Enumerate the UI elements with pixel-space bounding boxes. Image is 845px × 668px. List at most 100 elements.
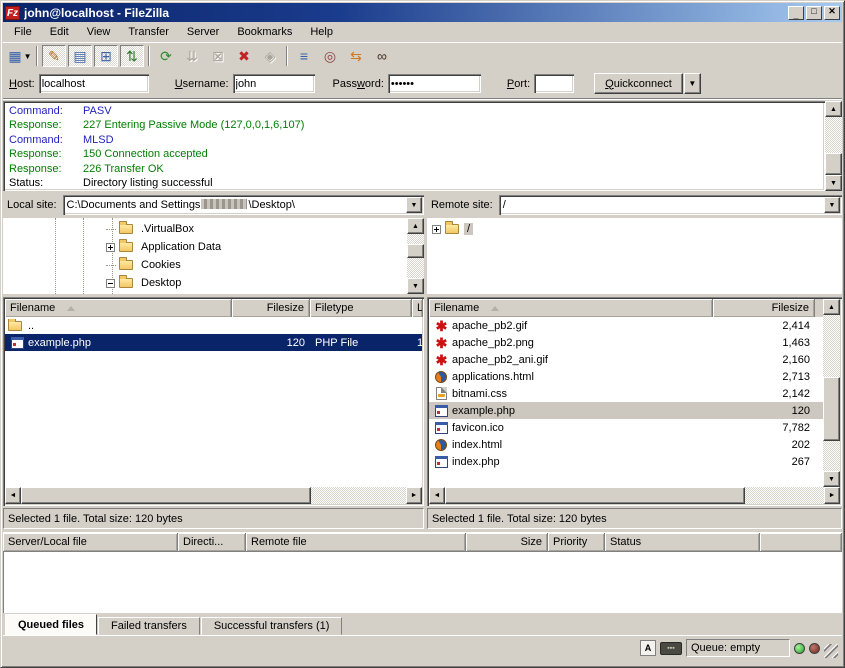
log-scrollbar-thumb[interactable] (825, 153, 842, 175)
quickconnect-dropdown-button[interactable]: ▼ (684, 73, 701, 94)
toggle-log-view-button[interactable]: ✎ (42, 45, 66, 67)
disconnect-button[interactable]: ✖ (232, 45, 256, 67)
file-row-apache-pb2-ani-gif[interactable]: ✱apache_pb2_ani.gif2,160 (429, 351, 823, 368)
toggle-remote-tree-button[interactable]: ⊞ (94, 45, 118, 67)
username-input[interactable] (233, 74, 315, 93)
column-header-filesize[interactable]: Filesize (713, 299, 815, 317)
file-row-favicon-ico[interactable]: favicon.ico7,782 (429, 419, 823, 436)
port-input[interactable] (534, 74, 574, 93)
menu-transfer[interactable]: Transfer (119, 23, 178, 41)
queue-column-remote-file[interactable]: Remote file (246, 533, 466, 551)
queue-column-priority[interactable]: Priority (548, 533, 605, 551)
remote-site-combo[interactable]: / ▼ (499, 195, 842, 215)
cell-filesize: 120 (232, 337, 310, 349)
window-title: john@localhost - FileZilla (24, 6, 786, 20)
queue-column-server-local-file[interactable]: Server/Local file (3, 533, 178, 551)
file-row-index-html[interactable]: index.html202 (429, 436, 823, 453)
expand-icon[interactable] (106, 243, 115, 252)
tab-queued-files[interactable]: Queued files (5, 614, 97, 635)
menu-help[interactable]: Help (301, 23, 342, 41)
cancel-operation-icon: ⊠ (212, 49, 224, 63)
toggle-queue-view-button[interactable]: ⇅ (120, 45, 144, 67)
collapse-icon[interactable] (106, 279, 115, 288)
quickconnect-button[interactable]: Quickconnect (594, 73, 683, 94)
scroll-left-icon[interactable]: ◄ (5, 487, 21, 504)
local-hscrollbar[interactable]: ◄ ► (5, 487, 422, 504)
scroll-left-icon[interactable]: ◄ (429, 487, 445, 504)
tree-item-label: Desktop (138, 277, 184, 289)
firefox-icon (435, 439, 447, 451)
filename-text: applications.html (452, 371, 534, 383)
remote-list-scrollbar[interactable]: ▲ ▼ (823, 299, 840, 487)
refresh-button[interactable]: ⟳ (154, 45, 178, 67)
log-line-text: PASV (83, 104, 112, 118)
menu-edit[interactable]: Edit (41, 23, 78, 41)
combo-dropdown-icon[interactable]: ▼ (406, 197, 422, 213)
column-header-filetype[interactable]: Filetype (310, 299, 412, 317)
file-search-button[interactable]: ∞ (370, 45, 394, 67)
local-tree-scrollbar[interactable]: ▲ ▼ (407, 218, 424, 294)
local-hscroll-thumb[interactable] (21, 487, 311, 504)
port-label: Port: (507, 78, 530, 90)
directory-comparison-button[interactable]: ◎ (318, 45, 342, 67)
menu-bookmarks[interactable]: Bookmarks (228, 23, 301, 41)
resize-grip[interactable] (824, 644, 838, 658)
tree-item--[interactable]: / (432, 220, 473, 238)
file-row--[interactable]: .. (5, 317, 422, 334)
local-tree-scrollbar-thumb[interactable] (407, 244, 424, 258)
cell-filetype: PHP File (310, 337, 412, 349)
minimize-button[interactable]: _ (788, 6, 804, 20)
password-input[interactable] (388, 74, 481, 93)
remote-hscroll-thumb[interactable] (445, 487, 745, 504)
file-row-example-php[interactable]: example.php120 (429, 402, 823, 419)
scroll-up-icon[interactable]: ▲ (407, 218, 424, 234)
scroll-right-icon[interactable]: ► (406, 487, 422, 504)
remote-hscrollbar[interactable]: ◄ ► (429, 487, 840, 504)
menu-file[interactable]: File (5, 23, 41, 41)
local-tree-panel: .VirtualBoxApplication DataCookies Deskto… (3, 218, 424, 294)
tab-failed-transfers[interactable]: Failed transfers (98, 617, 200, 635)
column-header-filesize[interactable]: Filesize (232, 299, 310, 317)
file-row-index-php[interactable]: index.php267 (429, 453, 823, 470)
menu-view[interactable]: View (78, 23, 120, 41)
local-site-path: C:\Documents and Settings\Desktop\ (67, 199, 295, 211)
tab-successful-transfers-1-[interactable]: Successful transfers (1) (201, 617, 343, 635)
dropdown-arrow-icon[interactable]: ▼ (24, 52, 32, 61)
remote-scrollbar-thumb[interactable] (823, 377, 840, 441)
tree-item-application-data[interactable]: Application Data (106, 238, 224, 256)
scroll-up-icon[interactable]: ▲ (823, 299, 840, 315)
file-row-applications-html[interactable]: applications.html2,713 (429, 368, 823, 385)
host-input[interactable] (39, 74, 149, 93)
queue-column-size[interactable]: Size (466, 533, 548, 551)
scroll-right-icon[interactable]: ► (824, 487, 840, 504)
remote-tree-box: / (427, 218, 842, 294)
log-scrollbar[interactable]: ▲ ▼ (825, 101, 842, 191)
synchronized-browsing-button[interactable]: ⇆ (344, 45, 368, 67)
tree-item-cookies[interactable]: Cookies (106, 256, 184, 274)
file-row-apache-pb2-png[interactable]: ✱apache_pb2.png1,463 (429, 334, 823, 351)
scroll-down-icon[interactable]: ▼ (825, 175, 842, 191)
scroll-down-icon[interactable]: ▼ (407, 278, 424, 294)
toggle-local-tree-button[interactable]: ▤ (68, 45, 92, 67)
scroll-down-icon[interactable]: ▼ (823, 471, 840, 487)
directory-filters-button[interactable]: ≡ (292, 45, 316, 67)
tree-item--virtualbox[interactable]: .VirtualBox (106, 220, 197, 238)
column-header-l[interactable]: L (412, 299, 423, 317)
close-button[interactable]: ✕ (824, 6, 840, 20)
expand-icon[interactable] (432, 225, 441, 234)
menu-server[interactable]: Server (178, 23, 228, 41)
file-row-apache-pb2-gif[interactable]: ✱apache_pb2.gif2,414 (429, 317, 823, 334)
combo-dropdown-icon[interactable]: ▼ (824, 197, 840, 213)
column-header-filename[interactable]: Filename (429, 299, 713, 317)
column-header-filename[interactable]: Filename (5, 299, 232, 317)
log-line-type: Response: (9, 147, 83, 161)
site-manager-button[interactable]: ▦▼ (8, 45, 32, 67)
file-row-bitnami-css[interactable]: bitnami.css2,142 (429, 385, 823, 402)
tree-item-desktop[interactable]: Desktop (106, 274, 184, 292)
file-row-example-php[interactable]: example.php120PHP File1 (5, 334, 422, 351)
queue-column-directi-[interactable]: Directi... (178, 533, 246, 551)
local-site-combo[interactable]: C:\Documents and Settings\Desktop\ ▼ (63, 195, 424, 215)
queue-column-status[interactable]: Status (605, 533, 760, 551)
maximize-button[interactable]: □ (806, 6, 822, 20)
scroll-up-icon[interactable]: ▲ (825, 101, 842, 117)
